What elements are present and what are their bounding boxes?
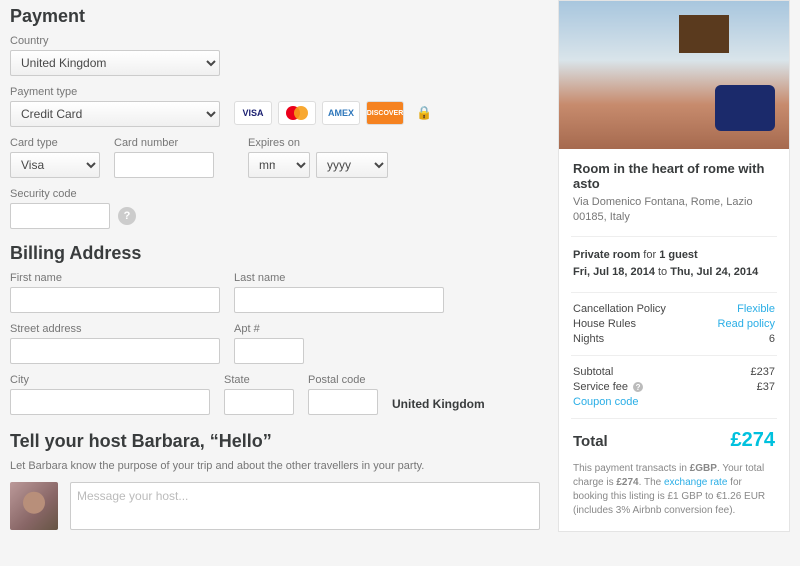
card-type-select[interactable]: Visa	[10, 152, 100, 178]
last-name-input[interactable]	[234, 287, 444, 313]
state-label: State	[224, 374, 294, 386]
postal-input[interactable]	[308, 389, 378, 415]
summary-panel: Room in the heart of rome with asto Via …	[558, 0, 790, 532]
city-input[interactable]	[10, 389, 210, 415]
card-number-label: Card number	[114, 137, 214, 149]
exchange-rate-link[interactable]: exchange rate	[664, 477, 727, 488]
billing-heading: Billing Address	[10, 243, 540, 264]
nights-value: 6	[769, 333, 775, 345]
total-label: Total	[573, 433, 608, 450]
country-select[interactable]: United Kingdom	[10, 50, 220, 76]
listing-address: Via Domenico Fontana, Rome, Lazio 00185,…	[573, 195, 775, 226]
security-code-input[interactable]	[10, 203, 110, 229]
street-label: Street address	[10, 323, 220, 335]
visa-badge: VISA	[234, 101, 272, 125]
listing-title: Room in the heart of rome with asto	[573, 161, 775, 191]
apt-input[interactable]	[234, 338, 304, 364]
payment-type-label: Payment type	[10, 86, 220, 98]
card-brands: VISA AMEX DISCOVER 🔒	[234, 101, 432, 125]
house-rules-label: House Rules	[573, 318, 636, 330]
card-type-label: Card type	[10, 137, 100, 149]
host-description: Let Barbara know the purpose of your tri…	[10, 460, 540, 472]
fee-value: £37	[757, 381, 775, 393]
host-avatar	[10, 482, 58, 530]
card-number-input[interactable]	[114, 152, 214, 178]
subtotal-label: Subtotal	[573, 366, 613, 378]
postal-label: Postal code	[308, 374, 378, 386]
fee-help-icon[interactable]: ?	[633, 382, 643, 392]
payment-type-select[interactable]: Credit Card	[10, 101, 220, 127]
mastercard-badge	[278, 101, 316, 125]
listing-thumbnail	[559, 1, 789, 149]
stay-meta: Private room for 1 guest Fri, Jul 18, 20…	[573, 247, 775, 282]
expires-month-select[interactable]: mm	[248, 152, 310, 178]
host-message-input[interactable]	[70, 482, 540, 530]
lock-icon: 🔒	[416, 105, 432, 121]
street-input[interactable]	[10, 338, 220, 364]
house-rules-link[interactable]: Read policy	[718, 318, 775, 330]
billing-country-display: United Kingdom	[392, 397, 485, 415]
expires-year-select[interactable]: yyyy	[316, 152, 388, 178]
apt-label: Apt #	[234, 323, 304, 335]
first-name-input[interactable]	[10, 287, 220, 313]
subtotal-value: £237	[751, 366, 775, 378]
nights-label: Nights	[573, 333, 604, 345]
fee-label: Service fee ?	[573, 381, 643, 393]
payment-heading: Payment	[10, 6, 540, 27]
amex-badge: AMEX	[322, 101, 360, 125]
security-code-label: Security code	[10, 188, 540, 200]
state-input[interactable]	[224, 389, 294, 415]
cancel-policy-label: Cancellation Policy	[573, 303, 666, 315]
first-name-label: First name	[10, 272, 220, 284]
country-label: Country	[10, 35, 220, 47]
fine-print: This payment transacts in £GBP. Your tot…	[573, 462, 775, 518]
host-heading: Tell your host Barbara, “Hello”	[10, 431, 540, 452]
city-label: City	[10, 374, 210, 386]
last-name-label: Last name	[234, 272, 444, 284]
security-help-icon[interactable]: ?	[118, 207, 136, 225]
coupon-link[interactable]: Coupon code	[573, 396, 638, 408]
expires-label: Expires on	[248, 137, 398, 149]
total-value: £274	[731, 429, 776, 452]
cancel-policy-link[interactable]: Flexible	[737, 303, 775, 315]
discover-badge: DISCOVER	[366, 101, 404, 125]
